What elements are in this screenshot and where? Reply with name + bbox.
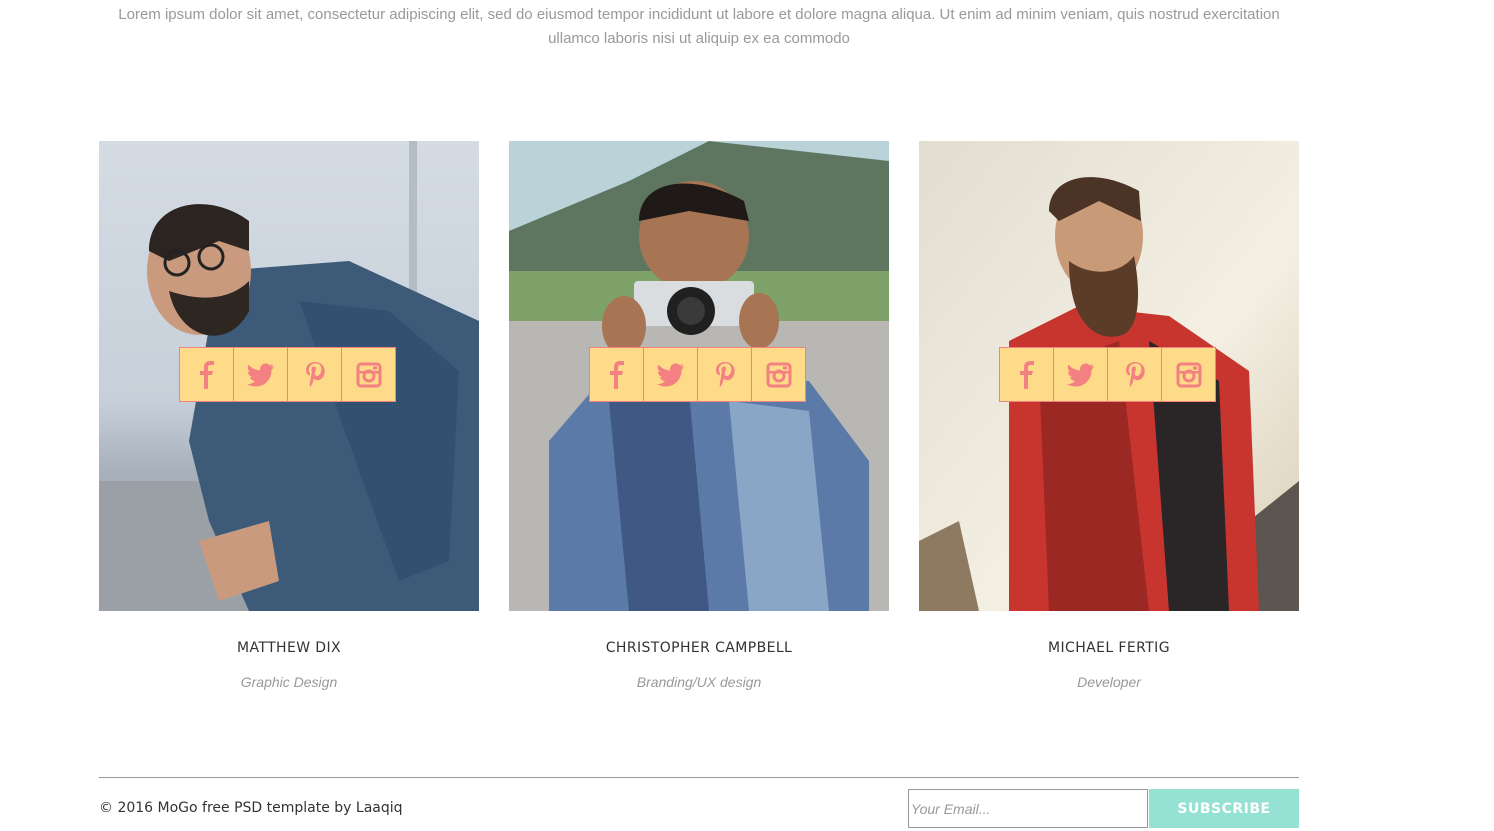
twitter-icon (1066, 363, 1094, 386)
team-card: CHRISTOPHER CAMPBELL Branding/UX design (509, 141, 889, 701)
pinterest-button[interactable] (697, 347, 752, 402)
facebook-icon (199, 360, 214, 389)
pinterest-icon (715, 361, 735, 387)
team-card: MATTHEW DIX Graphic Design (99, 141, 479, 701)
member-role: Graphic Design (240, 674, 338, 690)
member-name: CHRISTOPHER CAMPBELL (605, 640, 793, 656)
pinterest-button[interactable] (287, 347, 342, 402)
instagram-icon (356, 362, 381, 387)
pinterest-button[interactable] (1107, 347, 1162, 402)
team-photo (509, 141, 889, 611)
instagram-icon (766, 362, 791, 387)
team-card: MICHAEL FERTIG Developer (919, 141, 1299, 701)
twitter-button[interactable] (233, 347, 288, 402)
instagram-button[interactable] (341, 347, 396, 402)
facebook-button[interactable] (179, 347, 234, 402)
facebook-button[interactable] (999, 347, 1054, 402)
twitter-button[interactable] (643, 347, 698, 402)
subscribe-button[interactable]: SUBSCRIBE (1149, 789, 1299, 828)
facebook-button[interactable] (589, 347, 644, 402)
pinterest-icon (305, 361, 325, 387)
member-role: Developer (1077, 674, 1141, 690)
member-name: MICHAEL FERTIG (1048, 640, 1170, 656)
member-role: Branding/UX design (636, 674, 762, 690)
team-photo (919, 141, 1299, 611)
social-links (179, 347, 399, 402)
instagram-button[interactable] (1161, 347, 1216, 402)
footer-divider (99, 777, 1299, 778)
twitter-icon (656, 363, 684, 386)
email-field[interactable] (908, 789, 1148, 828)
facebook-icon (1019, 360, 1034, 389)
copyright-text: © 2016 MoGo free PSD template by Laaqiq (99, 800, 403, 816)
instagram-icon (1176, 362, 1201, 387)
team-section: MATTHEW DIX Graphic Design CHRISTOPHER C… (99, 141, 1299, 701)
twitter-button[interactable] (1053, 347, 1108, 402)
intro-text: Lorem ipsum dolor sit amet, consectetur … (118, 6, 1280, 47)
social-links (589, 347, 809, 402)
pinterest-icon (1125, 361, 1145, 387)
facebook-icon (609, 360, 624, 389)
instagram-button[interactable] (751, 347, 806, 402)
member-name: MATTHEW DIX (237, 640, 341, 656)
twitter-icon (246, 363, 274, 386)
team-photo (99, 141, 479, 611)
social-links (999, 347, 1219, 402)
